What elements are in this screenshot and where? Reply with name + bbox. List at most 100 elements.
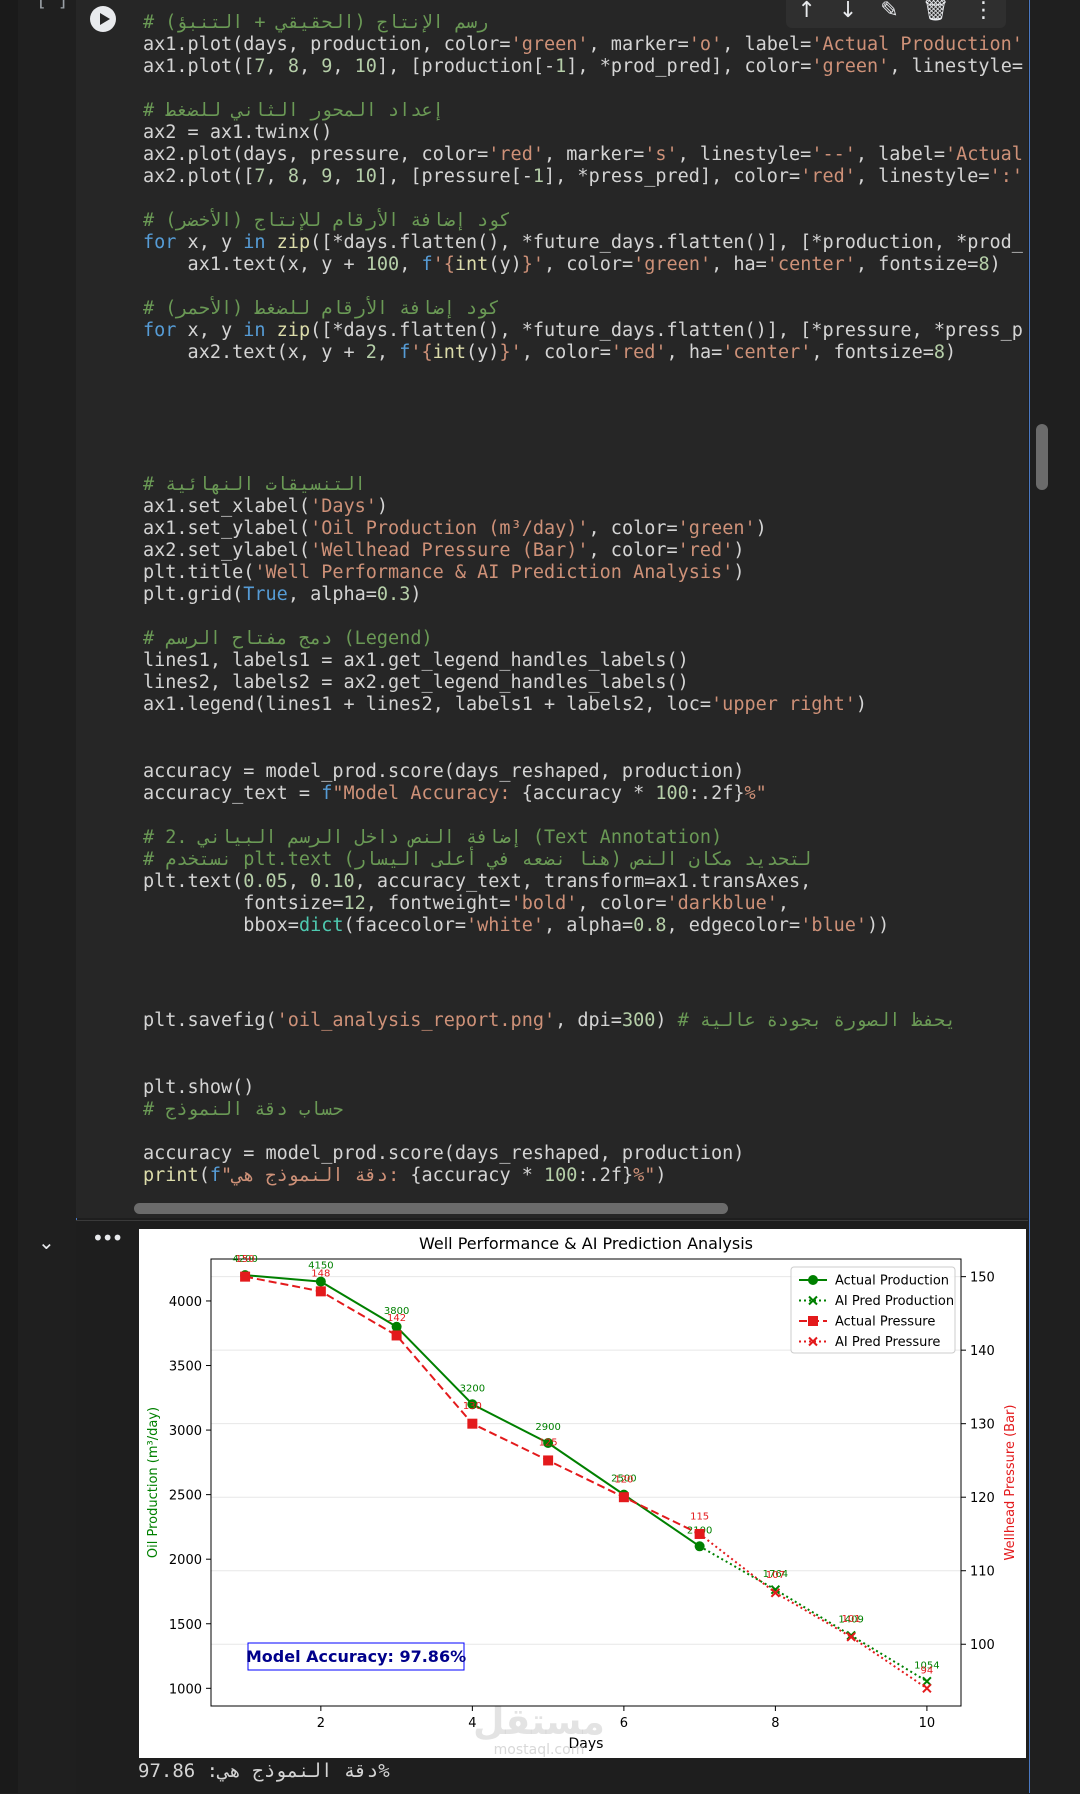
code-token: ([*days.flatten(), *future_days.flatten(… xyxy=(310,320,1023,341)
code-token: 'blue' xyxy=(800,915,867,936)
code-token: %" xyxy=(745,783,767,804)
code-token: plt.show() xyxy=(143,1077,254,1098)
code-token: , fontweight= xyxy=(366,893,511,914)
code-token: 12 xyxy=(343,893,365,914)
code-line: # إعداد المحور الثاني للضغط xyxy=(143,100,444,122)
code-token: )) xyxy=(867,915,889,936)
y-left-tick-label: 3000 xyxy=(169,1424,202,1439)
horizontal-scrollbar[interactable] xyxy=(134,1203,728,1214)
code-token: 'red' xyxy=(488,144,544,165)
legend-marker xyxy=(808,1275,818,1285)
code-token: , ha= xyxy=(711,254,767,275)
code-token: , color= xyxy=(577,893,666,914)
code-token: zip xyxy=(277,320,310,341)
code-line: # 2. إضافة النص داخل الرسم البياني (Text… xyxy=(143,827,722,849)
code-token: plt.savefig( xyxy=(143,1010,277,1031)
code-token: , xyxy=(288,871,310,892)
code-line: plt.savefig('oil_analysis_report.png', d… xyxy=(143,1010,956,1032)
code-token: 'red' xyxy=(800,166,856,187)
code-token: {accuracy * xyxy=(410,1165,544,1186)
code-line: ax2.set_ylabel('Wellhead Pressure (Bar)'… xyxy=(143,540,744,562)
code-token: 100 xyxy=(544,1165,577,1186)
data-label: 94 xyxy=(921,1666,934,1677)
code-token: # يحفظ الصورة بجودة عالية xyxy=(678,1010,956,1031)
code-token: zip xyxy=(277,232,310,253)
code-token: f xyxy=(421,254,432,275)
code-token: , xyxy=(299,166,321,187)
code-token: accuracy_text = xyxy=(143,783,321,804)
code-token: ) xyxy=(856,694,867,715)
code-token: # 2. إضافة النص داخل الرسم البياني (Text… xyxy=(143,827,722,848)
y-right-tick-label: 100 xyxy=(970,1638,995,1653)
collapse-output-icon[interactable]: ⌄ xyxy=(38,1230,55,1254)
code-token: 'darkblue' xyxy=(667,893,778,914)
code-token: ':' xyxy=(990,166,1023,187)
code-token: , xyxy=(266,56,288,77)
code-line: plt.title('Well Performance & AI Predict… xyxy=(143,562,744,584)
code-line: # التنسيقات النهائية xyxy=(143,474,366,496)
code-token: '{ xyxy=(410,342,432,363)
code-token: , xyxy=(399,254,421,275)
code-token: ) xyxy=(733,540,744,561)
code-token: 100 xyxy=(655,783,688,804)
code-line: plt.grid(True, alpha=0.3) xyxy=(143,584,421,606)
code-token: 2 xyxy=(366,342,377,363)
code-token: in xyxy=(243,232,265,253)
series-line-1 xyxy=(700,1546,927,1681)
code-line: ax2 = ax1.twinx() xyxy=(143,122,332,144)
code-token: ax1.plot(days, production, color= xyxy=(143,34,511,55)
data-label: 101 xyxy=(842,1614,861,1625)
data-label: 120 xyxy=(614,1475,633,1486)
code-token: x, y xyxy=(176,320,243,341)
code-token: lines2, labels2 = ax2.get_legend_handles… xyxy=(143,672,689,693)
code-token: # نستخدم plt.text لتحديد مكان النص (هنا … xyxy=(143,849,811,870)
code-token: , linestyle= xyxy=(889,56,1023,77)
code-token: ], *press_pred], color= xyxy=(544,166,800,187)
code-token: x, y xyxy=(176,232,243,253)
code-token: , color= xyxy=(589,518,678,539)
code-line: ax1.set_xlabel('Days') xyxy=(143,496,388,518)
code-token: , xyxy=(299,56,321,77)
y-right-tick-label: 150 xyxy=(970,1271,995,1286)
code-token: 'Oil Production (m³/day)' xyxy=(310,518,588,539)
watermark-url: mostaql.com xyxy=(494,1742,585,1758)
code-token: 10 xyxy=(355,166,377,187)
code-token: 'upper right' xyxy=(711,694,856,715)
code-line: ax2.plot(days, pressure, color='red', ma… xyxy=(143,144,1023,166)
code-line: # دمج مفتاح الرسم (Legend) xyxy=(143,628,433,650)
code-token: # رسم الإنتاج (الحقيقي + التنبؤ) xyxy=(143,12,488,33)
x-tick-label: 8 xyxy=(771,1716,779,1731)
code-token: '--' xyxy=(811,144,856,165)
code-token: 8 xyxy=(288,166,299,187)
code-token: 'red' xyxy=(611,342,667,363)
y-right-axis-label: Wellhead Pressure (Bar) xyxy=(1003,1405,1018,1561)
code-token: accuracy = model_prod.score(days_reshape… xyxy=(143,761,744,782)
y-right-tick-label: 140 xyxy=(970,1344,995,1359)
code-token: 7 xyxy=(254,166,265,187)
code-token: ax2.text(x, y + xyxy=(143,342,366,363)
code-line: accuracy = model_prod.score(days_reshape… xyxy=(143,1143,744,1165)
code-token: 8 xyxy=(934,342,945,363)
run-cell-button[interactable] xyxy=(90,6,116,32)
code-token: 's' xyxy=(644,144,677,165)
code-token: %" xyxy=(633,1165,655,1186)
data-point xyxy=(316,1286,326,1296)
code-token: , fontsize= xyxy=(856,254,979,275)
vertical-scrollbar[interactable] xyxy=(1036,424,1048,490)
code-token: 300 xyxy=(622,1010,655,1031)
code-token: 'white' xyxy=(466,915,544,936)
code-token: 'o' xyxy=(689,34,722,55)
code-token: ) xyxy=(945,342,956,363)
code-token: 9 xyxy=(321,166,332,187)
output-more-icon[interactable]: ••• xyxy=(92,1226,121,1250)
code-line: ax1.legend(lines1 + lines2, labels1 + la… xyxy=(143,694,867,716)
code-line: # نستخدم plt.text لتحديد مكان النص (هنا … xyxy=(143,849,811,871)
code-lines[interactable]: # رسم الإنتاج (الحقيقي + التنبؤ)ax1.plot… xyxy=(143,12,1023,1212)
code-token: # إعداد المحور الثاني للضغط xyxy=(143,100,444,121)
code-token: f xyxy=(210,1165,221,1186)
code-line: bbox=dict(facecolor='white', alpha=0.8, … xyxy=(143,915,889,937)
code-token xyxy=(266,320,277,341)
code-token: 'green' xyxy=(511,34,589,55)
code-line: # حساب دقة النموذج xyxy=(143,1099,344,1121)
data-point xyxy=(695,1541,705,1551)
